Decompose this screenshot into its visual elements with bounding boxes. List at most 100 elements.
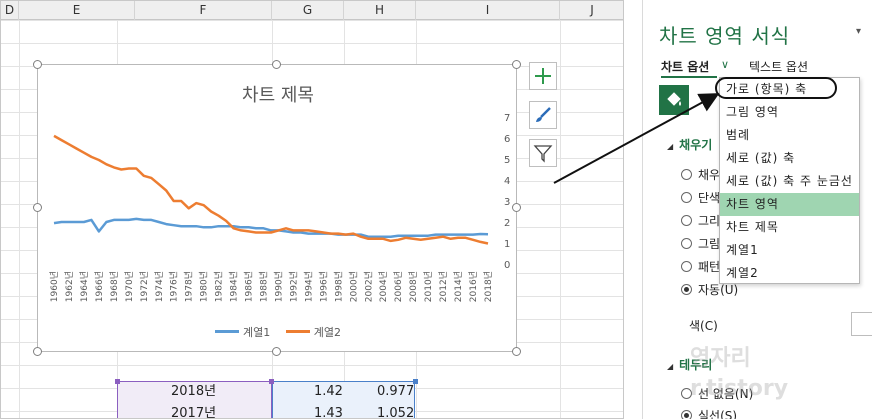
- resize-handle[interactable]: [33, 347, 42, 356]
- resize-handle[interactable]: [272, 60, 281, 69]
- dropdown-item-legend[interactable]: 범례: [720, 124, 859, 147]
- fill-section-header[interactable]: ◢ 채우기: [667, 136, 712, 153]
- fill-option-none[interactable]: 채우: [681, 166, 720, 183]
- pane-options-chevron-icon[interactable]: ▾: [856, 26, 861, 37]
- dropdown-item-vertical-gridlines[interactable]: 세로 (값) 축 주 눈금선: [720, 170, 859, 193]
- pane-title: 차트 영역 서식: [659, 24, 791, 48]
- x-tick-label: 1972년: [139, 271, 150, 302]
- y-tick-label: 5: [504, 155, 510, 166]
- cell-series1[interactable]: 1.42: [314, 381, 343, 403]
- border-option-solid-line[interactable]: 실선(S): [681, 407, 737, 419]
- column-header-j[interactable]: J: [560, 1, 623, 20]
- x-tick-label: 1992년: [288, 271, 299, 302]
- range-handle[interactable]: [269, 379, 274, 384]
- chart-styles-button[interactable]: [529, 101, 557, 129]
- y-tick-label: 1: [504, 239, 510, 250]
- highlight-oval: [715, 77, 837, 99]
- dropdown-item-chart-area[interactable]: 차트 영역: [720, 193, 859, 216]
- cell-year[interactable]: 2018년: [171, 381, 216, 403]
- x-tick-label: 1966년: [94, 271, 105, 302]
- chart-elements-button[interactable]: [529, 62, 557, 90]
- plus-icon: [535, 68, 551, 84]
- resize-handle[interactable]: [33, 203, 42, 212]
- x-tick-label: 2012년: [438, 271, 449, 302]
- dropdown-item-plot-area[interactable]: 그림 영역: [720, 101, 859, 124]
- radio-icon: [681, 215, 692, 226]
- resize-handle[interactable]: [33, 60, 42, 69]
- chart-filters-button[interactable]: [529, 139, 557, 167]
- legend-item-series2[interactable]: 계열2: [285, 324, 341, 340]
- x-tick-label: 1978년: [184, 271, 195, 302]
- dropdown-item-vertical-axis[interactable]: 세로 (값) 축: [720, 147, 859, 170]
- column-header-g[interactable]: G: [272, 1, 344, 20]
- x-tick-label: 2006년: [393, 271, 404, 302]
- x-tick-label: 2014년: [453, 271, 464, 302]
- legend-swatch-icon: [215, 330, 239, 333]
- fill-option-picture[interactable]: 그림: [681, 235, 720, 252]
- column-headers: D E F G H I J: [1, 1, 623, 20]
- watermark: 영자리 r.tistory: [690, 346, 789, 401]
- column-header-f[interactable]: F: [135, 1, 272, 20]
- x-tick-label: 1960년: [49, 271, 60, 302]
- y-tick-label: 0: [504, 260, 510, 271]
- fill-option-pattern[interactable]: 패턴: [681, 258, 720, 275]
- x-tick-label: 2018년: [483, 271, 494, 302]
- chart-area[interactable]: 차트 제목 0 1 2 3 4 5 6 7 1960년 1962년 1964년 1966년 1968년 1…: [37, 64, 517, 352]
- x-tick-label: 1988년: [259, 271, 270, 302]
- chart-legend[interactable]: 계열1 계열2: [38, 323, 518, 340]
- dropdown-item-chart-title[interactable]: 차트 제목: [720, 216, 859, 239]
- tab-text-options[interactable]: 텍스트 옵션: [749, 58, 808, 75]
- resize-handle[interactable]: [512, 347, 521, 356]
- x-tick-label: 1984년: [229, 271, 240, 302]
- fill-option-solid[interactable]: 단색: [681, 189, 720, 206]
- range-handle[interactable]: [115, 379, 120, 384]
- resize-handle[interactable]: [272, 347, 281, 356]
- color-label: 색(C): [689, 319, 718, 333]
- column-header-i[interactable]: I: [416, 1, 560, 20]
- chart-element-dropdown[interactable]: 가로 (항목) 축 그림 영역 범례 세로 (값) 축 세로 (값) 축 주 눈…: [719, 77, 860, 284]
- cell-year[interactable]: 2017년: [171, 403, 216, 418]
- series-line-1[interactable]: [53, 217, 489, 238]
- column-header-e[interactable]: E: [19, 1, 135, 20]
- x-tick-label: 2010년: [423, 271, 434, 302]
- x-tick-label: 1976년: [169, 271, 180, 302]
- tab-chart-options[interactable]: 차트 옵션: [661, 58, 709, 75]
- radio-icon: [681, 238, 692, 249]
- spreadsheet-grid[interactable]: D E F G H I J 2018년 1.42 0.977 2017년 1.4…: [0, 0, 624, 419]
- radio-selected-icon: [681, 284, 692, 295]
- plot-area[interactable]: 0 1 2 3 4 5 6 7 1960년 1962년 1964년 1966년 1968년 1970년 19…: [38, 65, 518, 353]
- resize-handle[interactable]: [512, 203, 521, 212]
- cell-series2[interactable]: 0.977: [377, 381, 414, 403]
- x-tick-label: 1994년: [303, 271, 314, 302]
- radio-selected-icon: [681, 410, 692, 419]
- column-header-d[interactable]: D: [1, 1, 19, 20]
- fill-option-gradient[interactable]: 그리: [681, 212, 720, 229]
- legend-swatch-icon: [285, 330, 310, 333]
- collapse-triangle-icon: ◢: [667, 362, 674, 371]
- legend-item-series1[interactable]: 계열1: [215, 324, 270, 340]
- collapse-triangle-icon: ◢: [667, 142, 674, 151]
- y-tick-label: 4: [504, 176, 510, 187]
- x-tick-label: 2004년: [378, 271, 389, 302]
- resize-handle[interactable]: [512, 60, 521, 69]
- radio-icon: [681, 192, 692, 203]
- cell-series1[interactable]: 1.43: [314, 403, 343, 418]
- cell-series2[interactable]: 1.052: [377, 403, 414, 418]
- y-tick-label: 3: [504, 197, 510, 208]
- y-tick-label: 7: [504, 113, 510, 124]
- x-tick-label: 1982년: [214, 271, 225, 302]
- fill-and-line-button[interactable]: [659, 85, 689, 115]
- x-tick-label: 1986년: [244, 271, 255, 302]
- dropdown-item-series2[interactable]: 계열2: [720, 262, 859, 285]
- color-picker-button[interactable]: [851, 312, 872, 336]
- dropdown-item-series1[interactable]: 계열1: [720, 239, 859, 262]
- x-tick-label: 2008년: [408, 271, 419, 302]
- chart-options-dropdown-chevron-icon[interactable]: ∨: [721, 58, 729, 71]
- radio-icon: [681, 261, 692, 272]
- filter-funnel-icon: [533, 145, 553, 163]
- x-tick-label: 1980년: [199, 271, 210, 302]
- series-line-2[interactable]: [53, 134, 489, 245]
- column-header-h[interactable]: H: [344, 1, 416, 20]
- y-tick-label: 6: [504, 134, 510, 145]
- x-tick-label: 1964년: [79, 271, 90, 302]
